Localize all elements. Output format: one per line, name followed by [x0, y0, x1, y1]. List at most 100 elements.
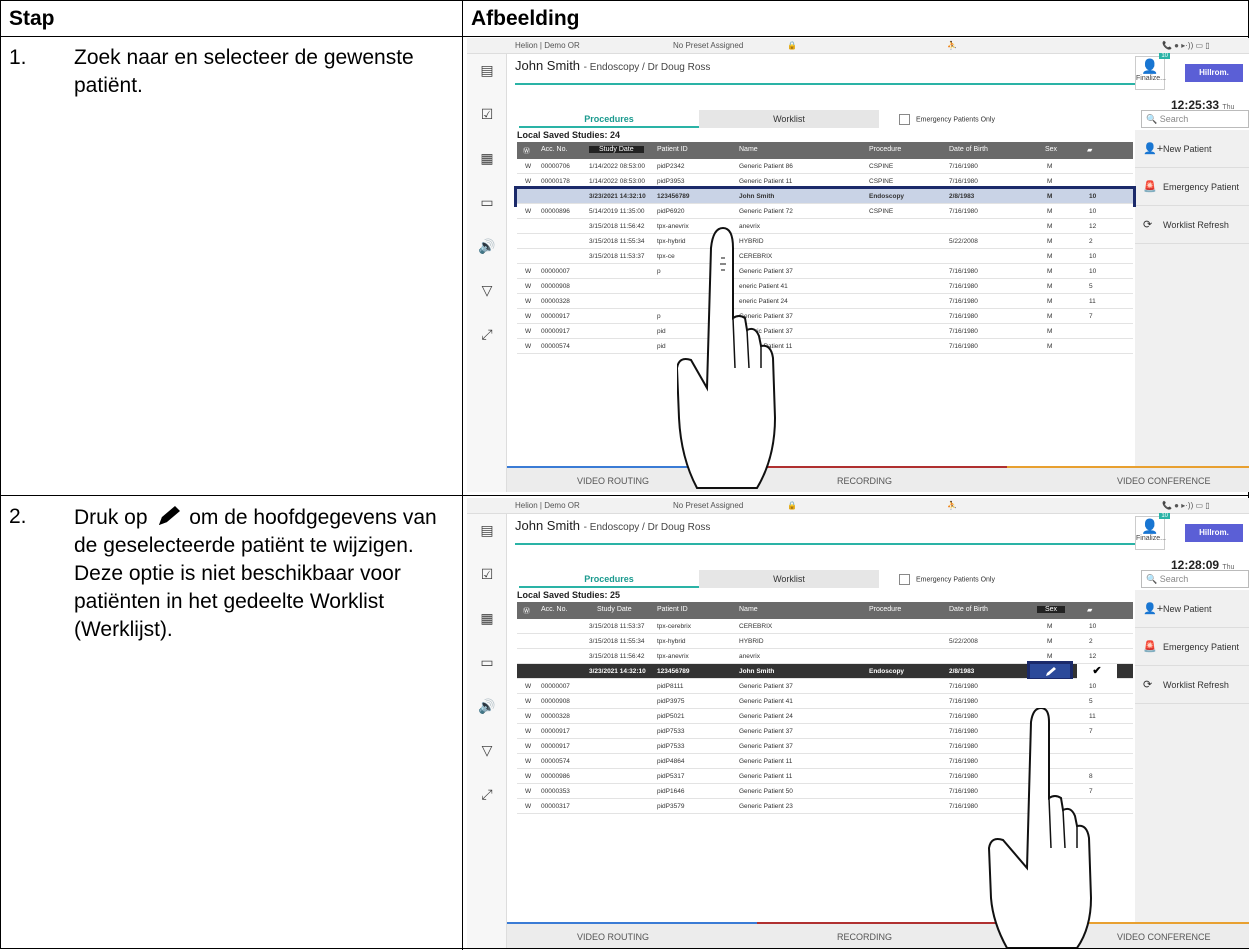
table-row[interactable]: W 00000574 pid Generic Patient 11 7/16/1980 M	[517, 339, 1133, 354]
routing-grid-icon[interactable]: ▦	[477, 608, 497, 628]
recording-button[interactable]: RECORDING	[837, 932, 892, 942]
bed-icon[interactable]: ⛹	[947, 501, 957, 510]
table-row[interactable]: W 00000908 pidP3975 Generic Patient 41 7/16/…	[517, 694, 1133, 709]
search-input[interactable]: 🔍 Search	[1141, 110, 1249, 128]
col-procedure[interactable]: Procedure	[869, 606, 901, 613]
table-row[interactable]: W 00000353 pidP1646 Generic Patient 50 7/16/…	[517, 784, 1133, 799]
table-row[interactable]: W 00000328 pidP5021 Generic Patient 24 7/16/…	[517, 709, 1133, 724]
table-row[interactable]: W 00000917 p Generic Patient 37 7/16/1980 M 7	[517, 309, 1133, 324]
table-cell: M	[1047, 313, 1053, 320]
table-row[interactable]: W 00000986 pidP5317 Generic Patient 11 7/16/…	[517, 769, 1133, 784]
edit-button[interactable]	[1027, 661, 1073, 681]
col-acc[interactable]: Acc. No.	[541, 606, 567, 613]
table-cell: 5/22/2008	[949, 638, 978, 645]
phone-icon[interactable]: 📞 ● ▸·)) ▭ ▯	[1162, 41, 1210, 50]
surgical-light-icon[interactable]: ▽	[477, 280, 497, 300]
table-cell: 7/16/1980	[949, 728, 978, 735]
display-icon[interactable]: ▭	[477, 192, 497, 212]
finalize-button[interactable]: 👤 Finalize... 10	[1135, 513, 1170, 550]
search-input[interactable]: 🔍 Search	[1141, 570, 1249, 588]
table-row[interactable]: W 00000328 eneric Patient 24 7/16/1980 M 11	[517, 294, 1133, 309]
table-cell: 00000328	[541, 713, 570, 720]
surgical-light-icon[interactable]: ▽	[477, 740, 497, 760]
routing-grid-icon[interactable]: ▦	[477, 148, 497, 168]
new-patient-button[interactable]: 👤+ New Patient	[1135, 130, 1249, 168]
patient-card-icon[interactable]: ▤	[477, 520, 497, 540]
checklist-icon[interactable]: ☑	[477, 564, 497, 584]
col-procedure[interactable]: Procedure	[869, 146, 901, 153]
table-row[interactable]: 3/15/2018 11:53:37 tpx-cerebrix CEREBRIX M 1…	[517, 619, 1133, 634]
checklist-icon[interactable]: ☑	[477, 104, 497, 124]
table-row[interactable]: W 00000908 eneric Patient 41 7/16/1980 M 5	[517, 279, 1133, 294]
table-row[interactable]: W 00000917 pidP7533 Generic Patient 37 7/16/…	[517, 724, 1133, 739]
table-cell: 00000317	[541, 803, 570, 810]
recording-button[interactable]: RECORDING	[837, 476, 892, 486]
table-row[interactable]: 3/15/2018 11:53:37 tpx-ce CEREBRIX M 10	[517, 249, 1133, 264]
table-row[interactable]: W 00000178 1/14/2022 08:53:00 pidP3953 Gener…	[517, 174, 1133, 189]
col-date[interactable]: Study Date	[589, 146, 644, 153]
tab-procedures[interactable]: Procedures	[519, 570, 699, 588]
patient-card-icon[interactable]: ▤	[477, 60, 497, 80]
video-conference-button[interactable]: VIDEO CONFERENCE	[1117, 476, 1211, 486]
emergency-only-checkbox[interactable]: Emergency Patients Only	[899, 574, 995, 585]
table-row[interactable]: W 00000896 5/14/2019 11:35:00 pidP6920 Gener…	[517, 204, 1133, 219]
table-row[interactable]: W 00000007 pidP8111 Generic Patient 37 7/16/…	[517, 679, 1133, 694]
table-row[interactable]: W 00000706 1/14/2022 08:53:00 pidP2342 Gener…	[517, 159, 1133, 174]
col-dob[interactable]: Date of Birth	[949, 606, 988, 613]
col-sex[interactable]: Sex	[1037, 606, 1066, 613]
col-pid[interactable]: Patient ID	[657, 146, 688, 153]
table-cell: 7/16/1980	[949, 698, 978, 705]
checkbox[interactable]	[899, 114, 910, 125]
col-sex[interactable]: Sex	[1045, 146, 1057, 153]
tab-worklist[interactable]: Worklist	[699, 570, 879, 588]
table-cell: 3/15/2018 11:53:37	[589, 623, 645, 630]
new-patient-button[interactable]: 👤+ New Patient	[1135, 590, 1249, 628]
table-row[interactable]: 3/23/2021 14:32:10 123456789 John Smith End…	[514, 186, 1136, 207]
emergency-patient-button[interactable]: 🚨 Emergency Patient	[1135, 168, 1249, 206]
emergency-only-checkbox[interactable]: Emergency Patients Only	[899, 114, 995, 125]
video-routing-button[interactable]: VIDEO ROUTING	[577, 476, 649, 486]
screenshot-1: Helion | Demo OR No Preset Assigned 🔒 ⛹ …	[467, 38, 1249, 492]
tab-procedures[interactable]: Procedures	[519, 110, 699, 128]
phone-icon[interactable]: 📞 ● ▸·)) ▭ ▯	[1162, 501, 1210, 510]
patient-sub: - Endoscopy / Dr Doug Ross	[583, 522, 711, 533]
worklist-refresh-button[interactable]: ⟳ Worklist Refresh	[1135, 666, 1249, 704]
emergency-patient-button[interactable]: 🚨 Emergency Patient	[1135, 628, 1249, 666]
lock-icon[interactable]: 🔒	[787, 41, 797, 50]
table-row[interactable]: 3/15/2018 11:55:34 tpx-hybrid HYBRID 5/22/2…	[517, 234, 1133, 249]
col-name[interactable]: Name	[739, 606, 758, 613]
video-routing-button[interactable]: VIDEO ROUTING	[577, 932, 649, 942]
table-row[interactable]: W 00000007 p Generic Patient 37 7/16/1980 M 10	[517, 264, 1133, 279]
worklist-refresh-button[interactable]: ⟳ Worklist Refresh	[1135, 206, 1249, 244]
expand-icon[interactable]: ⤢	[477, 784, 497, 804]
table-row[interactable]: 3/15/2018 11:56:42 tpx-anevrix anevrix M 12	[517, 219, 1133, 234]
table-row[interactable]: W 00000574 pidP4864 Generic Patient 11 7/16/…	[517, 754, 1133, 769]
tab-worklist[interactable]: Worklist	[699, 110, 879, 128]
finalize-button[interactable]: 👤 Finalize... 10	[1135, 53, 1170, 90]
table-row[interactable]: W 00000917 pidP7533 Generic Patient 37 7/16/…	[517, 739, 1133, 754]
table-row[interactable]: W 00000317 pidP3579 Generic Patient 23 7/16/…	[517, 799, 1133, 814]
col-acc[interactable]: Acc. No.	[541, 146, 567, 153]
col-dob[interactable]: Date of Birth	[949, 146, 988, 153]
confirm-icon[interactable]: ✔	[1077, 664, 1117, 679]
speaker-icon[interactable]: 🔊	[477, 236, 497, 256]
table-cell: 7/16/1980	[949, 163, 978, 170]
folder-icon: ▰	[1087, 147, 1093, 154]
table-cell: W	[525, 758, 532, 765]
video-conference-button[interactable]: VIDEO CONFERENCE	[1117, 932, 1211, 942]
display-icon[interactable]: ▭	[477, 652, 497, 672]
lock-icon[interactable]: 🔒	[787, 501, 797, 510]
checkbox[interactable]	[899, 574, 910, 585]
col-name[interactable]: Name	[739, 146, 758, 153]
table-cell: W	[525, 283, 532, 290]
col-date[interactable]: Study Date	[597, 606, 632, 613]
bed-icon[interactable]: ⛹	[947, 41, 957, 50]
expand-icon[interactable]: ⤢	[477, 324, 497, 344]
table-cell: 00000917	[541, 328, 570, 335]
table-row[interactable]: 3/15/2018 11:55:34 tpx-hybrid HYBRID 5/22/2…	[517, 634, 1133, 649]
speaker-icon[interactable]: 🔊	[477, 696, 497, 716]
table-row[interactable]: W 00000917 pid Generic Patient 37 7/16/1980 M	[517, 324, 1133, 339]
table-cell: 11	[1089, 298, 1096, 305]
col-pid[interactable]: Patient ID	[657, 606, 688, 613]
table-row[interactable]: 3/23/2021 14:32:10 123456789 John Smith End…	[517, 661, 1133, 681]
